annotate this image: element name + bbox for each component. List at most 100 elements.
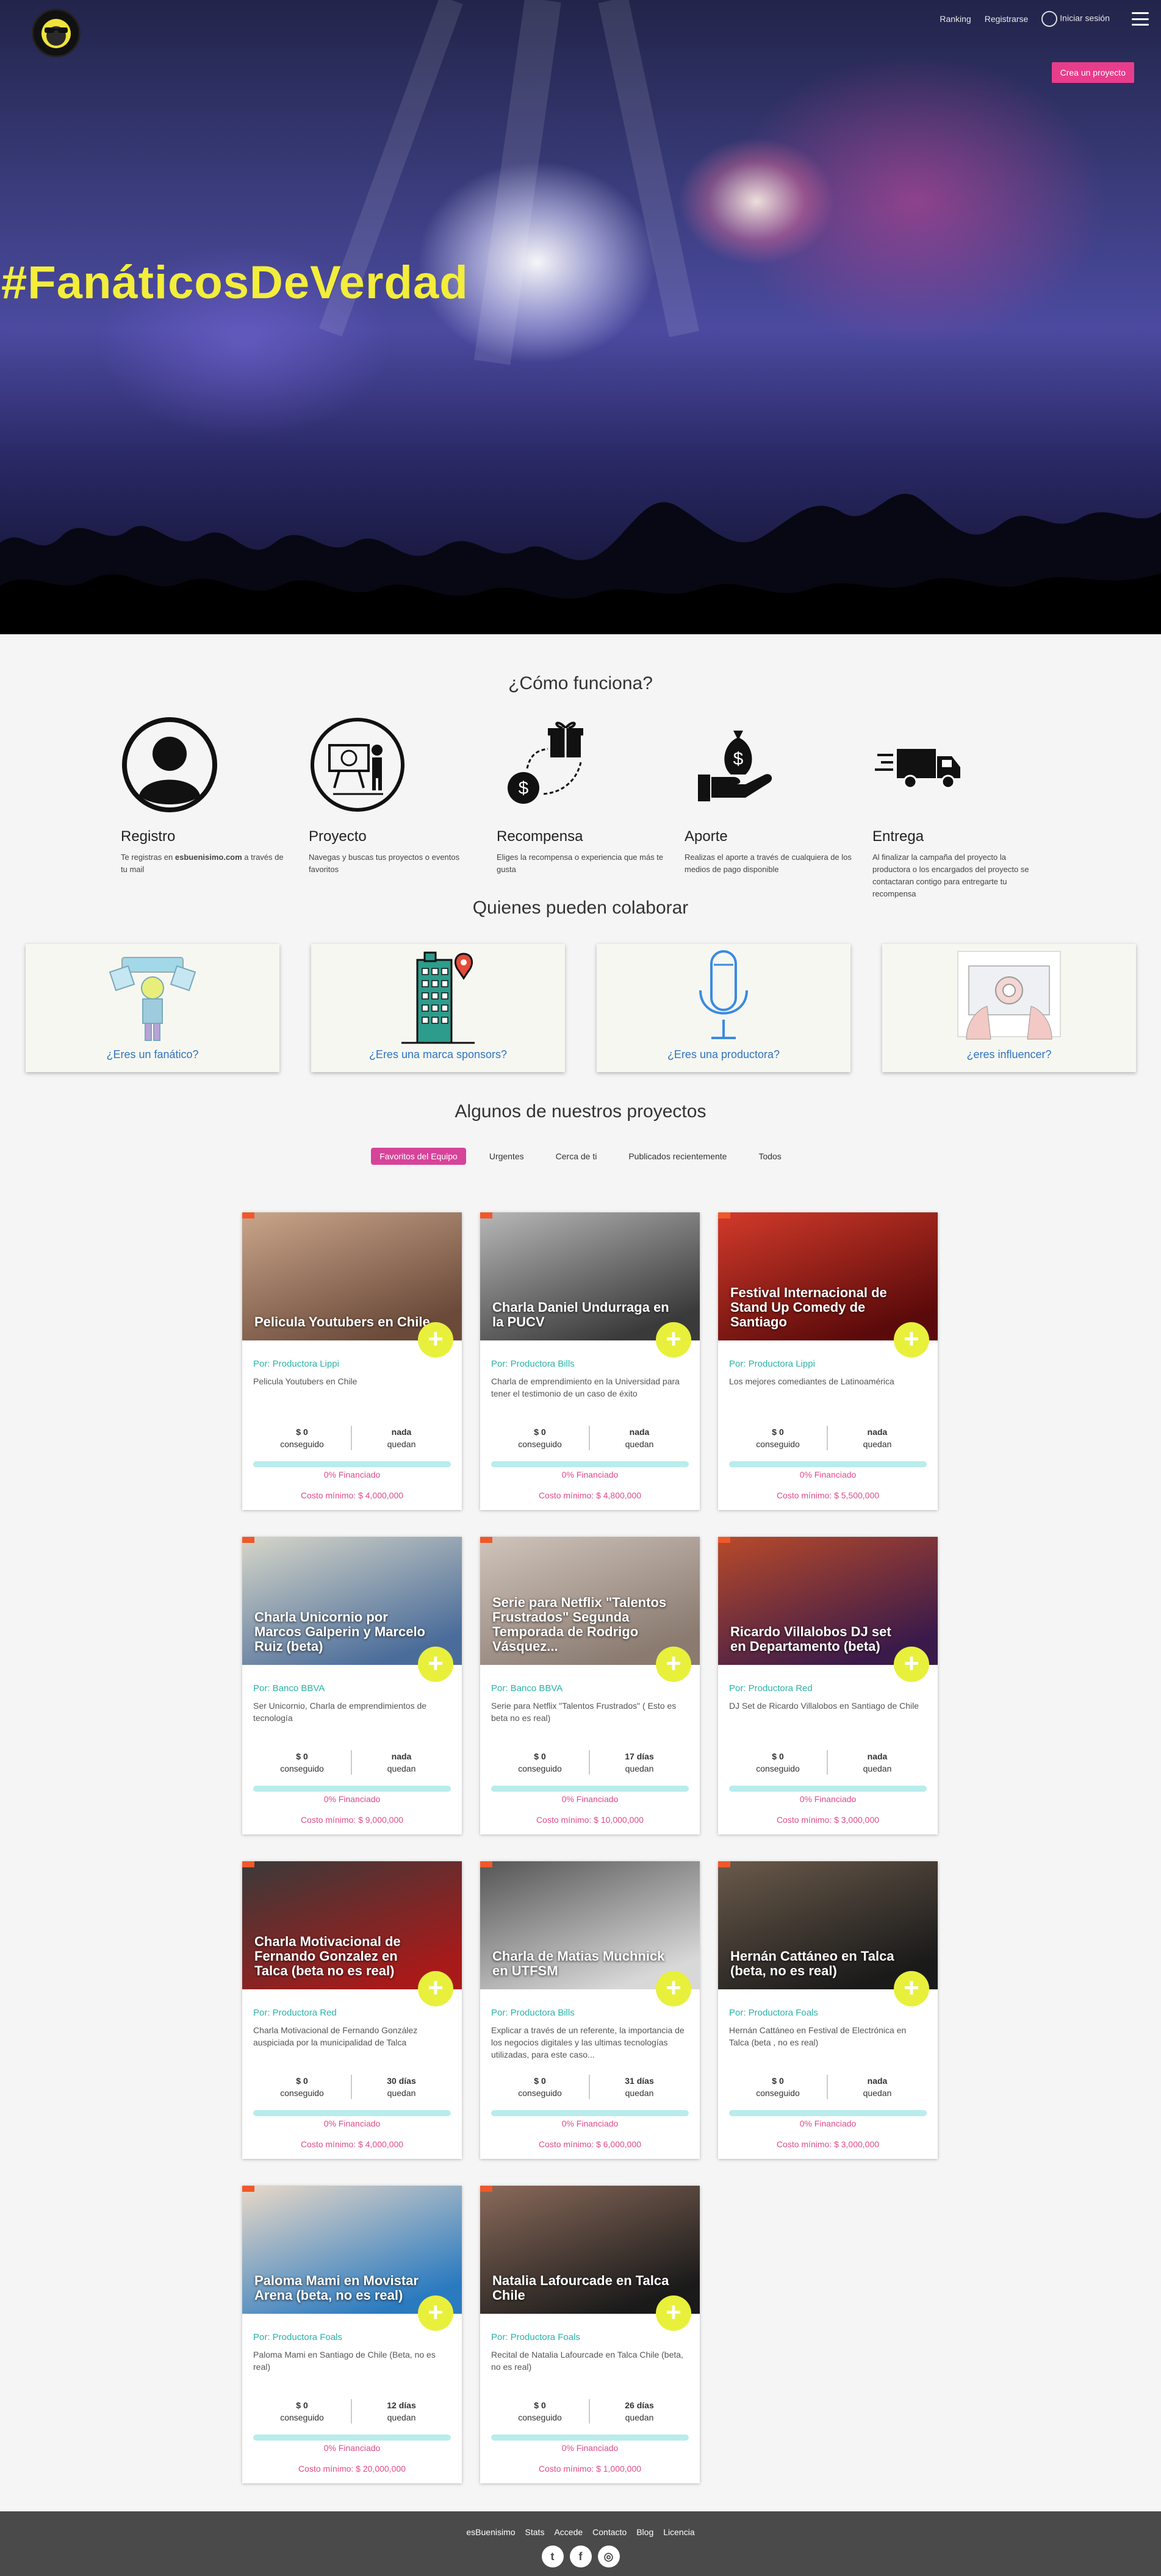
corner-badge [480, 1537, 492, 1543]
project-card[interactable]: Ricardo Villalobos DJ set en Departament… [718, 1537, 938, 1834]
collab-card-fan[interactable]: ¿Eres un fanático? [26, 944, 279, 1072]
project-author[interactable]: Por: Productora Foals [491, 2332, 689, 2342]
filter-todos[interactable]: Todos [750, 1148, 789, 1165]
collab-card-influencer[interactable]: ¿eres influencer? [882, 944, 1136, 1072]
project-image[interactable]: Charla Motivacional de Fernando Gonzalez… [242, 1861, 462, 1989]
project-author[interactable]: Por: Productora Lippi [253, 1359, 451, 1369]
project-image[interactable]: Ricardo Villalobos DJ set en Departament… [718, 1537, 938, 1665]
corner-badge [480, 2186, 492, 2192]
project-image[interactable]: Charla de Matias Muchnick en UTFSM [480, 1861, 700, 1989]
add-project-button[interactable]: + [418, 1322, 453, 1358]
project-image[interactable]: Charla Daniel Undurraga en la PUCV [480, 1212, 700, 1340]
step-desc: Eliges la recompensa o experiencia que m… [497, 853, 664, 874]
presentation-icon [311, 718, 404, 812]
project-card[interactable]: Charla Unicornio por Marcos Galperin y M… [242, 1537, 462, 1834]
project-card[interactable]: Charla Motivacional de Fernando Gonzalez… [242, 1861, 462, 2159]
funded-percent: 0% Financiado [561, 1470, 619, 1479]
add-project-button[interactable]: + [656, 1971, 691, 2006]
time-left-stat: nada quedan [625, 1427, 654, 1449]
project-author[interactable]: Por: Productora Red [253, 2008, 451, 2018]
twitter-icon[interactable]: t [541, 2546, 564, 2567]
step-title: Registro [121, 828, 176, 845]
footer-link[interactable]: Accede [554, 2527, 583, 2537]
project-author[interactable]: Por: Productora Red [729, 1683, 927, 1694]
add-project-button[interactable]: + [656, 2295, 691, 2331]
corner-badge [718, 1537, 730, 1543]
project-image[interactable]: Charla Unicornio por Marcos Galperin y M… [242, 1537, 462, 1665]
create-project-button[interactable]: Crea un proyecto [1051, 62, 1134, 83]
nav-ranking-link[interactable]: Ranking [940, 14, 971, 24]
footer-link[interactable]: esBuenisimo [466, 2527, 515, 2537]
footer-link[interactable]: Blog [636, 2527, 653, 2537]
collab-card-label: ¿Eres un fanático? [106, 1048, 199, 1061]
project-image[interactable]: Pelicula Youtubers en Chile [242, 1212, 462, 1340]
project-card[interactable]: Charla Daniel Undurraga en la PUCV + Por… [480, 1212, 700, 1510]
filter-urgentes[interactable]: Urgentes [481, 1148, 533, 1165]
project-card[interactable]: Pelicula Youtubers en Chile + Por: Produ… [242, 1212, 462, 1510]
nav-login-link[interactable]: Iniciar sesión [1041, 11, 1110, 27]
project-image[interactable]: Festival Internacional de Stand Up Comed… [718, 1212, 938, 1340]
progress-bar [253, 1461, 451, 1467]
progress-bar [729, 1461, 927, 1467]
filter-cerca[interactable]: Cerca de ti [547, 1148, 606, 1165]
social-links: t f ◎ [0, 2546, 1161, 2567]
project-stats: $ 0 conseguido nada quedan [729, 1426, 927, 1450]
progress-bar [729, 2110, 927, 2116]
project-author[interactable]: Por: Productora Foals [253, 2332, 451, 2342]
add-project-button[interactable]: + [894, 1971, 929, 2006]
minimum-cost: Costo mínimo: $ 5,500,000 [776, 1490, 880, 1500]
filter-recientes[interactable]: Publicados recientemente [620, 1148, 735, 1165]
collab-card-producer[interactable]: ¿Eres una productora? [597, 944, 850, 1072]
user-icon [1041, 11, 1058, 27]
microphone-icon [699, 950, 748, 1039]
project-title: Paloma Mami en Movistar Arena (beta, no … [254, 2273, 419, 2303]
minimum-cost: Costo mínimo: $ 6,000,000 [538, 2139, 642, 2149]
minimum-cost: Costo mínimo: $ 20,000,000 [298, 2464, 406, 2474]
hamburger-menu-icon[interactable] [1132, 12, 1149, 26]
progress-bar [253, 1786, 451, 1792]
add-project-button[interactable]: + [418, 1647, 453, 1682]
nav-register-link[interactable]: Registrarse [985, 14, 1029, 24]
add-project-button[interactable]: + [656, 1647, 691, 1682]
footer-link[interactable]: Stats [525, 2527, 545, 2537]
collab-card-sponsor[interactable]: ¿Eres una marca sponsors? [311, 944, 565, 1072]
user-profile-icon [122, 717, 217, 812]
project-image[interactable]: Paloma Mami en Movistar Arena (beta, no … [242, 2186, 462, 2314]
add-project-button[interactable]: + [418, 1971, 453, 2006]
project-author[interactable]: Por: Productora Foals [729, 2008, 927, 2018]
project-description: Paloma Mami en Santiago de Chile (Beta, … [253, 2350, 436, 2372]
project-author[interactable]: Por: Productora Bills [491, 1359, 689, 1369]
project-title: Charla Unicornio por Marcos Galperin y M… [254, 1609, 425, 1654]
add-project-button[interactable]: + [894, 1647, 929, 1682]
project-image[interactable]: Hernán Cattáneo en Talca (beta, no es re… [718, 1861, 938, 1989]
project-card[interactable]: Hernán Cattáneo en Talca (beta, no es re… [718, 1861, 938, 2159]
project-card[interactable]: Natalia Lafourcade en Talca Chile + Por:… [480, 2186, 700, 2483]
time-left-stat: nada quedan [863, 1427, 892, 1449]
minimum-cost: Costo mínimo: $ 4,800,000 [538, 1490, 642, 1500]
project-author[interactable]: Por: Productora Bills [491, 2008, 689, 2018]
how-it-works-steps: Registro Te registras en esbuenisimo.com… [121, 716, 1060, 900]
site-logo[interactable] [32, 9, 81, 57]
add-project-button[interactable]: + [656, 1322, 691, 1358]
step-desc: Realizas el aporte a través de cualquier… [685, 853, 852, 874]
project-image[interactable]: Natalia Lafourcade en Talca Chile [480, 2186, 700, 2314]
project-card[interactable]: Serie para Netflix "Talentos Frustrados"… [480, 1537, 700, 1834]
instagram-icon[interactable]: ◎ [597, 2546, 620, 2567]
project-card[interactable]: Paloma Mami en Movistar Arena (beta, no … [242, 2186, 462, 2483]
step-registro: Registro Te registras en esbuenisimo.com… [121, 716, 309, 900]
project-stats: $ 0 conseguido 31 días quedan [491, 2075, 689, 2099]
facebook-icon[interactable]: f [569, 2546, 592, 2567]
fan-trophy-icon [109, 957, 196, 1041]
project-card[interactable]: Festival Internacional de Stand Up Comed… [718, 1212, 938, 1510]
project-image[interactable]: Serie para Netflix "Talentos Frustrados"… [480, 1537, 700, 1665]
filter-favoritos[interactable]: Favoritos del Equipo [371, 1148, 466, 1165]
project-author[interactable]: Por: Productora Lippi [729, 1359, 927, 1369]
project-card[interactable]: Charla de Matias Muchnick en UTFSM + Por… [480, 1861, 700, 2159]
add-project-button[interactable]: + [894, 1322, 929, 1358]
project-author[interactable]: Por: Banco BBVA [253, 1683, 451, 1694]
footer-link[interactable]: Contacto [592, 2527, 627, 2537]
minimum-cost: Costo mínimo: $ 9,000,000 [300, 1815, 404, 1825]
project-author[interactable]: Por: Banco BBVA [491, 1683, 689, 1694]
add-project-button[interactable]: + [418, 2295, 453, 2331]
footer-link[interactable]: Licencia [663, 2527, 694, 2537]
